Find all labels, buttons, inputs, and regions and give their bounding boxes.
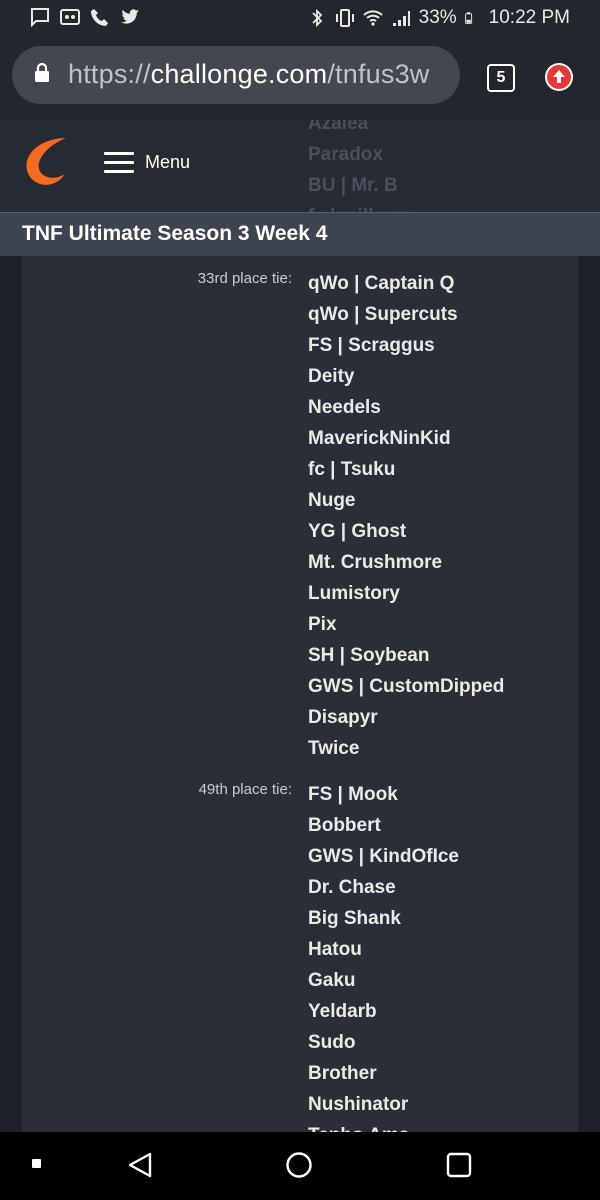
browser-toolbar: https://challonge.com/tnfus3w 5: [0, 36, 600, 120]
vibrate-icon: [335, 9, 354, 27]
place-label: 49th place tie:: [198, 781, 292, 798]
player-name[interactable]: Hatou: [308, 934, 459, 965]
player-name[interactable]: Tenho Ama: [308, 1120, 459, 1132]
player-name[interactable]: Big Shank: [308, 903, 459, 934]
menu-button[interactable]: [104, 152, 134, 176]
page-title: TNF Ultimate Season 3 Week 4: [22, 222, 328, 245]
overview-icon[interactable]: [446, 1152, 472, 1178]
player-name[interactable]: GWS | KindOfIce: [308, 841, 459, 872]
call-icon: [91, 9, 108, 26]
tournament-title-bar: TNF Ultimate Season 3 Week 4: [0, 212, 600, 257]
arrow-up-icon: [547, 65, 571, 89]
player-name[interactable]: YG | Ghost: [308, 516, 504, 547]
system-navigation-bar: [0, 1132, 600, 1200]
player-name[interactable]: Deity: [308, 361, 504, 392]
player-name[interactable]: fc | Tsuku: [308, 454, 504, 485]
player-name[interactable]: SH | Soybean: [308, 640, 504, 671]
player-name[interactable]: Pix: [308, 609, 504, 640]
player-list: FS | Mook Bobbert GWS | KindOfIce Dr. Ch…: [308, 779, 459, 1132]
update-button[interactable]: [545, 63, 573, 91]
voicemail-icon: [60, 9, 80, 25]
player-name[interactable]: Gaku: [308, 965, 459, 996]
player-name[interactable]: Yeldarb: [308, 996, 459, 1027]
place-label: 33rd place tie:: [197, 270, 292, 287]
url-bar[interactable]: https://challonge.com/tnfus3w: [12, 46, 460, 104]
player-name[interactable]: FS | Mook: [308, 779, 459, 810]
player-name[interactable]: MaverickNinKid: [308, 423, 504, 454]
site-header: Azalea Paradox BU | Mr. B fc | milkcup M…: [0, 120, 600, 212]
player-name[interactable]: Nuge: [308, 485, 504, 516]
player-name[interactable]: Needels: [308, 392, 504, 423]
message-icon: [31, 8, 49, 27]
wifi-icon: [362, 10, 383, 26]
player-name[interactable]: Sudo: [308, 1027, 459, 1058]
menu-label[interactable]: Menu: [145, 152, 190, 173]
player-name[interactable]: Lumistory: [308, 578, 504, 609]
signal-icon: [392, 11, 410, 26]
bluetooth-icon: [312, 8, 322, 28]
player-list: qWo | Captain Q qWo | Supercuts FS | Scr…: [308, 268, 504, 764]
lock-icon: [35, 63, 49, 82]
standings-panel: 33rd place tie: qWo | Captain Q qWo | Su…: [22, 256, 578, 1132]
challonge-logo[interactable]: [22, 136, 72, 188]
scrolled-names-behind-header: Azalea Paradox BU | Mr. B fc | milkcup: [308, 120, 413, 212]
player-name[interactable]: qWo | Captain Q: [308, 268, 504, 299]
clock: 10:22 PM: [488, 7, 570, 28]
player-name[interactable]: FS | Scraggus: [308, 330, 504, 361]
player-name[interactable]: Dr. Chase: [308, 872, 459, 903]
battery-percent: 33%: [418, 7, 457, 28]
twitter-icon: [121, 9, 139, 24]
player-name[interactable]: Twice: [308, 733, 504, 764]
player-name[interactable]: Brother: [308, 1058, 459, 1089]
player-name[interactable]: Bobbert: [308, 810, 459, 841]
status-bar: 33% 10:22 PM: [0, 0, 600, 36]
back-icon[interactable]: [126, 1151, 154, 1179]
player-name[interactable]: qWo | Supercuts: [308, 299, 504, 330]
player-name[interactable]: Mt. Crushmore: [308, 547, 504, 578]
tab-switcher-button[interactable]: 5: [487, 64, 515, 92]
player-name[interactable]: GWS | CustomDipped: [308, 671, 504, 702]
url-text: https://challonge.com/tnfus3w: [68, 59, 430, 89]
battery-icon: [464, 12, 472, 24]
player-name[interactable]: Disapyr: [308, 702, 504, 733]
player-name[interactable]: Nushinator: [308, 1089, 459, 1120]
home-icon[interactable]: [285, 1151, 313, 1179]
standings-content: 33rd place tie: qWo | Captain Q qWo | Su…: [0, 256, 600, 1132]
recent-dot-icon[interactable]: [31, 1158, 43, 1170]
